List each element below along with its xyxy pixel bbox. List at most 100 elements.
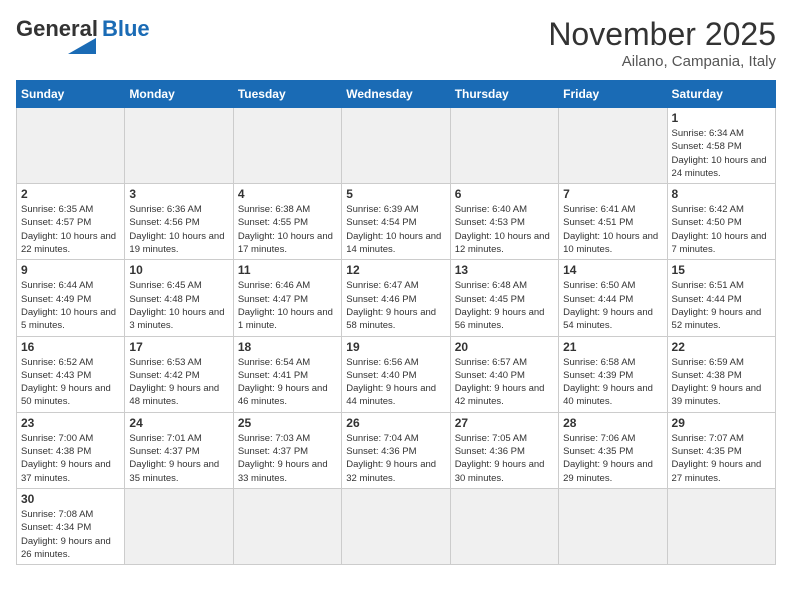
- day-info: Sunrise: 6:52 AM Sunset: 4:43 PM Dayligh…: [21, 356, 120, 409]
- calendar-row-0: 1Sunrise: 6:34 AM Sunset: 4:58 PM Daylig…: [17, 108, 776, 184]
- logo: General Blue: [16, 16, 150, 59]
- day-number: 25: [238, 416, 337, 430]
- day-number: 8: [672, 187, 771, 201]
- calendar-cell-11: 6 Sunrise: 6:40 AM Sunset: 4:53 PM Daylig…: [450, 184, 558, 260]
- day-info: Sunrise: 6:41 AM Sunset: 4:51 PM Dayligh…: [563, 203, 662, 256]
- day-info: Sunrise: 6:39 AM Sunset: 4:54 PM Dayligh…: [346, 203, 445, 256]
- day-number: 29: [672, 416, 771, 430]
- calendar-row-3: 16Sunrise: 6:52 AM Sunset: 4:43 PM Dayli…: [17, 336, 776, 412]
- day-number: 12: [346, 263, 445, 277]
- day-number: 28: [563, 416, 662, 430]
- calendar-cell-29: 24Sunrise: 7:01 AM Sunset: 4:37 PM Dayli…: [125, 412, 233, 488]
- calendar-cell-22: 17Sunrise: 6:53 AM Sunset: 4:42 PM Dayli…: [125, 336, 233, 412]
- calendar-cell-9: 4Sunrise: 6:38 AM Sunset: 4:55 PM Daylig…: [233, 184, 341, 260]
- day-number: 13: [455, 263, 554, 277]
- header-friday: Friday: [559, 81, 667, 108]
- calendar-cell-33: 28Sunrise: 7:06 AM Sunset: 4:35 PM Dayli…: [559, 412, 667, 488]
- day-info: Sunrise: 6:38 AM Sunset: 4:55 PM Dayligh…: [238, 203, 337, 256]
- calendar-cell-8: 3Sunrise: 6:36 AM Sunset: 4:56 PM Daylig…: [125, 184, 233, 260]
- day-info: Sunrise: 6:53 AM Sunset: 4:42 PM Dayligh…: [129, 356, 228, 409]
- calendar-row-1: 2Sunrise: 6:35 AM Sunset: 4:57 PM Daylig…: [17, 184, 776, 260]
- calendar-row-5: 30Sunrise: 7:08 AM Sunset: 4:34 PM Dayli…: [17, 488, 776, 564]
- day-info: Sunrise: 7:01 AM Sunset: 4:37 PM Dayligh…: [129, 432, 228, 485]
- calendar-cell-5: [559, 108, 667, 184]
- calendar-cell-30: 25 Sunrise: 7:03 AM Sunset: 4:37 PM Dayli…: [233, 412, 341, 488]
- day-number: 23: [21, 416, 120, 430]
- logo-blue-text: Blue: [102, 16, 150, 42]
- day-info: Sunrise: 6:36 AM Sunset: 4:56 PM Dayligh…: [129, 203, 228, 256]
- day-number: 21: [563, 340, 662, 354]
- day-number: 5: [346, 187, 445, 201]
- calendar-cell-24: 19 Sunrise: 6:56 AM Sunset: 4:40 PM Dayli…: [342, 336, 450, 412]
- calendar-cell-3: [342, 108, 450, 184]
- logo-triangle-icon: [68, 38, 96, 54]
- title-block: November 2025 Ailano, Campania, Italy: [548, 16, 776, 70]
- calendar-cell-13: 8Sunrise: 6:42 AM Sunset: 4:50 PM Daylig…: [667, 184, 775, 260]
- day-info: Sunrise: 6:56 AM Sunset: 4:40 PM Dayligh…: [346, 356, 445, 409]
- calendar-cell-34: 29Sunrise: 7:07 AM Sunset: 4:35 PM Dayli…: [667, 412, 775, 488]
- calendar-cell-38: [342, 488, 450, 564]
- day-info: Sunrise: 6:44 AM Sunset: 4:49 PM Dayligh…: [21, 279, 120, 332]
- day-info: Sunrise: 7:00 AM Sunset: 4:38 PM Dayligh…: [21, 432, 120, 485]
- day-info: Sunrise: 6:35 AM Sunset: 4:57 PM Dayligh…: [21, 203, 120, 256]
- calendar-cell-7: 2Sunrise: 6:35 AM Sunset: 4:57 PM Daylig…: [17, 184, 125, 260]
- day-info: Sunrise: 7:04 AM Sunset: 4:36 PM Dayligh…: [346, 432, 445, 485]
- day-info: Sunrise: 6:58 AM Sunset: 4:39 PM Dayligh…: [563, 356, 662, 409]
- day-info: Sunrise: 7:03 AM Sunset: 4:37 PM Dayligh…: [238, 432, 337, 485]
- day-number: 6: [455, 187, 554, 201]
- calendar-cell-23: 18Sunrise: 6:54 AM Sunset: 4:41 PM Dayli…: [233, 336, 341, 412]
- page: General Blue November 2025 Ailano, Campa…: [0, 0, 792, 581]
- calendar-cell-32: 27 Sunrise: 7:05 AM Sunset: 4:36 PM Dayli…: [450, 412, 558, 488]
- day-number: 15: [672, 263, 771, 277]
- day-info: Sunrise: 6:59 AM Sunset: 4:38 PM Dayligh…: [672, 356, 771, 409]
- calendar-cell-4: [450, 108, 558, 184]
- calendar-cell-15: 10 Sunrise: 6:45 AM Sunset: 4:48 PM Dayli…: [125, 260, 233, 336]
- calendar-cell-20: 15 Sunrise: 6:51 AM Sunset: 4:44 PM Dayli…: [667, 260, 775, 336]
- calendar-cell-0: [17, 108, 125, 184]
- calendar-cell-2: [233, 108, 341, 184]
- header-thursday: Thursday: [450, 81, 558, 108]
- day-info: Sunrise: 6:48 AM Sunset: 4:45 PM Dayligh…: [455, 279, 554, 332]
- day-info: Sunrise: 7:05 AM Sunset: 4:36 PM Dayligh…: [455, 432, 554, 485]
- calendar-cell-40: [559, 488, 667, 564]
- calendar-cell-25: 20Sunrise: 6:57 AM Sunset: 4:40 PM Dayli…: [450, 336, 558, 412]
- calendar-cell-18: 13 Sunrise: 6:48 AM Sunset: 4:45 PM Dayli…: [450, 260, 558, 336]
- calendar-cell-27: 22 Sunrise: 6:59 AM Sunset: 4:38 PM Dayli…: [667, 336, 775, 412]
- day-info: Sunrise: 6:51 AM Sunset: 4:44 PM Dayligh…: [672, 279, 771, 332]
- header-saturday: Saturday: [667, 81, 775, 108]
- header: General Blue November 2025 Ailano, Campa…: [16, 16, 776, 70]
- day-number: 14: [563, 263, 662, 277]
- calendar-cell-16: 11 Sunrise: 6:46 AM Sunset: 4:47 PM Dayli…: [233, 260, 341, 336]
- day-number: 1: [672, 111, 771, 125]
- calendar-table: Sunday Monday Tuesday Wednesday Thursday…: [16, 80, 776, 565]
- header-monday: Monday: [125, 81, 233, 108]
- calendar-cell-37: [233, 488, 341, 564]
- calendar-cell-14: 9 Sunrise: 6:44 AM Sunset: 4:49 PM Daylig…: [17, 260, 125, 336]
- day-number: 19: [346, 340, 445, 354]
- header-sunday: Sunday: [17, 81, 125, 108]
- calendar-cell-10: 5 Sunrise: 6:39 AM Sunset: 4:54 PM Daylig…: [342, 184, 450, 260]
- calendar-cell-6: 1Sunrise: 6:34 AM Sunset: 4:58 PM Daylig…: [667, 108, 775, 184]
- day-number: 20: [455, 340, 554, 354]
- day-number: 22: [672, 340, 771, 354]
- calendar-cell-21: 16Sunrise: 6:52 AM Sunset: 4:43 PM Dayli…: [17, 336, 125, 412]
- day-info: Sunrise: 6:50 AM Sunset: 4:44 PM Dayligh…: [563, 279, 662, 332]
- header-tuesday: Tuesday: [233, 81, 341, 108]
- calendar-cell-41: [667, 488, 775, 564]
- calendar-cell-39: [450, 488, 558, 564]
- calendar-row-2: 9 Sunrise: 6:44 AM Sunset: 4:49 PM Daylig…: [17, 260, 776, 336]
- day-number: 7: [563, 187, 662, 201]
- day-number: 10: [129, 263, 228, 277]
- day-info: Sunrise: 6:45 AM Sunset: 4:48 PM Dayligh…: [129, 279, 228, 332]
- calendar-cell-12: 7 Sunrise: 6:41 AM Sunset: 4:51 PM Daylig…: [559, 184, 667, 260]
- calendar-cell-26: 21 Sunrise: 6:58 AM Sunset: 4:39 PM Dayli…: [559, 336, 667, 412]
- day-number: 11: [238, 263, 337, 277]
- day-number: 9: [21, 263, 120, 277]
- day-number: 27: [455, 416, 554, 430]
- weekday-header-row: Sunday Monday Tuesday Wednesday Thursday…: [17, 81, 776, 108]
- day-info: Sunrise: 6:40 AM Sunset: 4:53 PM Dayligh…: [455, 203, 554, 256]
- calendar-row-4: 23 Sunrise: 7:00 AM Sunset: 4:38 PM Dayli…: [17, 412, 776, 488]
- day-number: 18: [238, 340, 337, 354]
- day-info: Sunrise: 6:46 AM Sunset: 4:47 PM Dayligh…: [238, 279, 337, 332]
- month-year: November 2025: [548, 16, 776, 53]
